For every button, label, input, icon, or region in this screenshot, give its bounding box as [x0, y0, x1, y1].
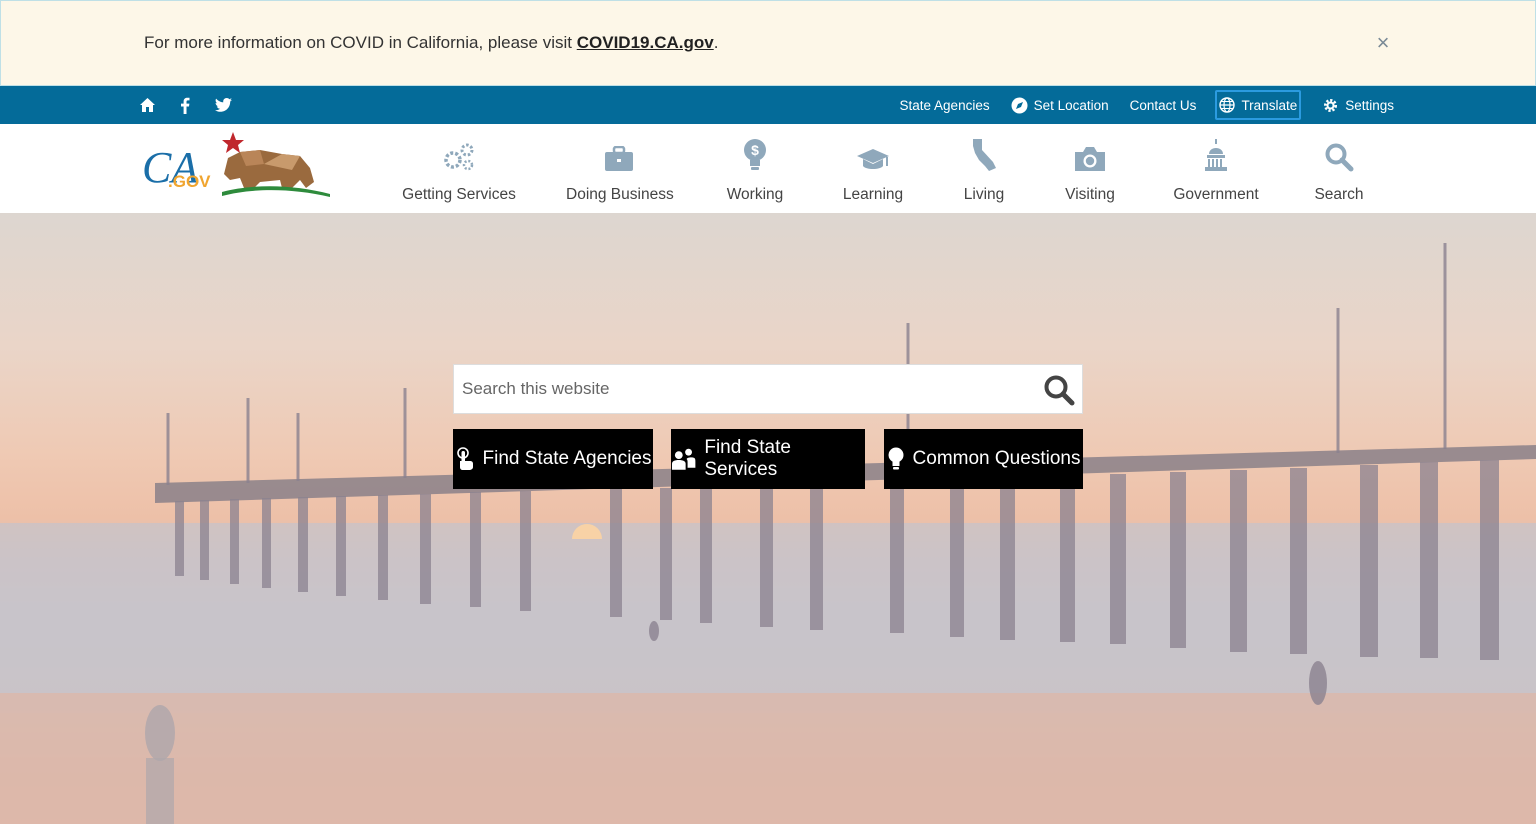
covid-alert-banner: For more information on COVID in Califor…: [0, 0, 1536, 86]
alert-text-after: .: [713, 33, 719, 52]
twitter-icon[interactable]: [214, 96, 232, 114]
search-icon: [1310, 134, 1368, 172]
nav-learning[interactable]: Learning: [838, 134, 908, 208]
settings-label: Settings: [1345, 97, 1394, 113]
common-questions-label: Common Questions: [912, 448, 1081, 469]
nav-government[interactable]: Government: [1172, 134, 1260, 208]
nav-label-working: Working: [726, 186, 784, 203]
nav-doing-business[interactable]: Doing Business: [566, 134, 674, 208]
utility-bar: State Agencies Set Location Contact Us T…: [0, 86, 1536, 124]
translate-label: Translate: [1241, 97, 1298, 113]
nav-search[interactable]: Search: [1310, 134, 1368, 208]
svg-text:$: $: [751, 142, 759, 158]
alert-message: For more information on COVID in Califor…: [144, 33, 718, 53]
common-questions-button[interactable]: Common Questions: [884, 429, 1083, 489]
alert-text-before: For more information on COVID in Califor…: [144, 33, 577, 52]
camera-icon: [1060, 134, 1120, 172]
pointer-hand-icon: [456, 447, 473, 470]
nav-label-search: Search: [1314, 186, 1364, 203]
state-agencies-link[interactable]: State Agencies: [900, 90, 990, 120]
find-state-agencies-label: Find State Agencies: [482, 448, 652, 469]
capitol-icon: [1172, 134, 1260, 172]
site-search-box: [453, 364, 1083, 414]
money-bulb-icon: $: [722, 134, 788, 172]
home-icon[interactable]: [138, 96, 156, 114]
graduation-cap-icon: [838, 134, 908, 172]
lightbulb-icon: [888, 447, 904, 470]
location-icon: [1011, 97, 1028, 113]
translate-button[interactable]: Translate: [1215, 90, 1302, 120]
nav-label-getting-services: Getting Services: [402, 186, 516, 203]
utility-links: State Agencies Set Location Contact Us T…: [879, 86, 1394, 124]
utility-left-icons: [138, 86, 232, 124]
search-icon: [1044, 375, 1075, 406]
find-state-services-label: Find State Services: [704, 437, 791, 480]
contact-us-link[interactable]: Contact Us: [1130, 90, 1197, 120]
nav-getting-services[interactable]: Getting Services: [400, 134, 518, 208]
globe-icon: [1219, 97, 1236, 113]
set-location-label: Set Location: [1033, 97, 1109, 113]
close-alert-button[interactable]: ×: [1373, 31, 1393, 55]
briefcase-icon: [566, 134, 671, 172]
nav-label-government: Government: [1173, 186, 1259, 203]
nav-label-living: Living: [963, 186, 1005, 203]
find-state-services-button[interactable]: Find State Services: [671, 429, 865, 489]
nav-working[interactable]: $ Working: [722, 134, 788, 208]
nav-label-learning: Learning: [842, 186, 904, 203]
hero-section: Find State Agencies Find State Services …: [0, 213, 1536, 824]
gears-icon: [400, 134, 518, 172]
find-state-agencies-button[interactable]: Find State Agencies: [453, 429, 653, 489]
pier-background-image: [0, 243, 1536, 824]
nav-label-doing-business: Doing Business: [566, 186, 674, 203]
gear-icon: [1324, 98, 1338, 112]
site-header: CA .GOV Getting Services Doing Business …: [0, 124, 1536, 213]
facebook-icon[interactable]: [176, 96, 194, 114]
set-location-link[interactable]: Set Location: [1011, 90, 1109, 120]
people-icon: [671, 448, 696, 470]
california-map-icon: [958, 134, 1010, 172]
svg-text:.GOV: .GOV: [168, 172, 211, 191]
search-submit-button[interactable]: [1042, 373, 1076, 407]
ca-gov-logo[interactable]: CA .GOV: [142, 130, 332, 200]
contact-us-label: Contact Us: [1129, 97, 1197, 113]
settings-link[interactable]: Settings: [1322, 90, 1394, 120]
state-agencies-label: State Agencies: [899, 97, 990, 113]
nav-label-visiting: Visiting: [1065, 186, 1115, 203]
nav-living[interactable]: Living: [958, 134, 1010, 208]
nav-visiting[interactable]: Visiting: [1060, 134, 1120, 208]
site-search-input[interactable]: [454, 365, 1014, 413]
covid-link[interactable]: COVID19.CA.gov: [577, 33, 714, 52]
